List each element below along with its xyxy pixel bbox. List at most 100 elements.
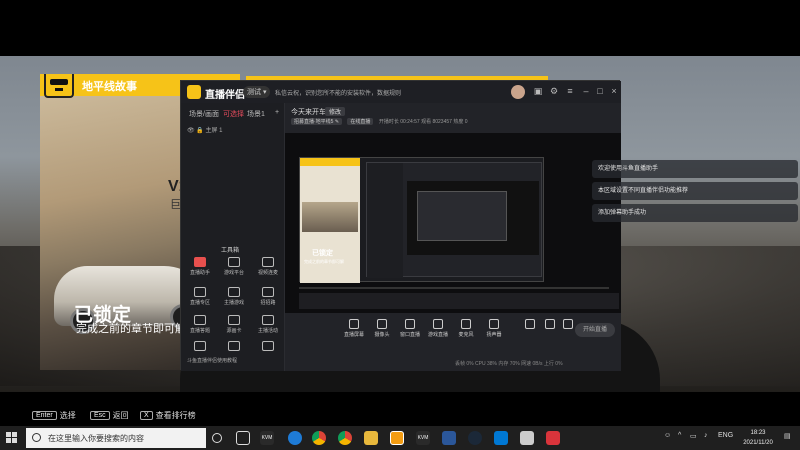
lock-icon[interactable]: 🔒 [196, 128, 203, 134]
store-icon[interactable] [494, 431, 508, 445]
cloud-icon [228, 287, 240, 297]
tool-anchor-game[interactable]: 主播游戏 [217, 287, 251, 306]
notifications-icon[interactable]: ▤ [784, 432, 791, 440]
tool-anchor-event[interactable]: 主播活动 [251, 315, 285, 334]
nested-taskbar [299, 293, 619, 309]
tool-update[interactable] [183, 341, 217, 351]
streaming-app-taskbar-icon[interactable] [390, 431, 404, 445]
people-icon[interactable]: ☺ [664, 432, 671, 439]
tool-recruit[interactable]: 招招路 [251, 287, 285, 306]
screen-capture-button[interactable]: 直播屏幕 [341, 319, 367, 338]
screen: 地平线故事 V10 巨献 已锁定 完成之前的章节即可解 直播伴侣 测试 ▾ 私信… [0, 0, 800, 450]
stream-preview[interactable]: 已锁定 完成之前的章节即可解 [285, 133, 621, 313]
screen-icon [349, 319, 359, 329]
locked-subtitle: 完成之前的章节即可解 [76, 323, 186, 335]
window-app-icon[interactable] [520, 431, 534, 445]
kvm-app-icon[interactable]: KVM [260, 431, 274, 445]
tool-danmaku[interactable] [251, 341, 285, 351]
user-avatar[interactable] [511, 85, 525, 99]
hint-esc[interactable]: Esc 返回 [90, 410, 129, 421]
tutorial-link[interactable]: 斗鱼直播伴侣使用教程 [187, 357, 237, 364]
app-notice[interactable]: 私信云祝，识别您所不能的安装软件，数据规则 [275, 88, 401, 97]
room-heat: 热度 0 [453, 119, 468, 125]
tool-link[interactable] [217, 341, 251, 351]
tool-quiz[interactable]: 直播答题 [183, 315, 217, 334]
tab-add[interactable]: + [275, 109, 279, 116]
word-icon[interactable] [442, 431, 456, 445]
notice-1[interactable]: 欢迎使用斗鱼直播助手 [592, 160, 798, 178]
danmaku-icon [262, 341, 274, 351]
maximize-icon[interactable]: □ [595, 86, 605, 96]
go-live-button[interactable]: 开始直播 [575, 323, 615, 337]
minimize-icon[interactable]: – [581, 86, 591, 96]
link-icon [228, 341, 240, 351]
search-icon [32, 433, 41, 442]
app-main: 今天来开车 修改 招募直播·地平线5 ✎ 在线直播 开播时长 00:24:57 … [285, 103, 621, 371]
file-explorer-icon[interactable] [364, 431, 378, 445]
notice-2[interactable]: 本区域设置不同直播伴侣功能推荐 [592, 182, 798, 200]
edge-icon[interactable] [288, 431, 302, 445]
tray-expand-icon[interactable]: ^ [678, 432, 681, 439]
room-duration: 开播时长 00:24:57 [378, 119, 420, 125]
tool-live-assistant[interactable]: 直播助手 [183, 257, 217, 276]
language-indicator[interactable]: ENG [718, 432, 733, 439]
pk-icon [194, 287, 206, 297]
steam-icon[interactable] [468, 431, 482, 445]
app-titlebar[interactable]: 直播伴侣 测试 ▾ 私信云祝，识别您所不能的安装软件，数据规则 ▣ ⚙ ≡ – … [181, 81, 621, 103]
tool-game-platform[interactable]: 游戏平台 [217, 257, 251, 276]
tab-scenes[interactable]: 场景/画面 [189, 109, 219, 119]
chrome-icon[interactable] [312, 431, 326, 445]
game-capture-button[interactable]: 游戏直播 [425, 319, 451, 338]
microphone-button[interactable]: 麦克风 [453, 319, 479, 338]
close-icon[interactable]: × [609, 86, 619, 96]
clock[interactable]: 18:23 2021/11/20 [738, 428, 778, 448]
room-title: 今天来开车 [291, 109, 326, 116]
room-status[interactable]: 在线直播 [347, 118, 374, 125]
nested-app-window [366, 162, 542, 278]
enter-key: Enter [32, 411, 57, 420]
esc-key: Esc [90, 411, 110, 420]
app-version-dropdown[interactable]: 测试 ▾ [243, 86, 271, 98]
game-icon [433, 319, 443, 329]
menu-icon[interactable]: ≡ [565, 86, 575, 96]
app-sidebar: 场景/画面 可选择 场景1 + 👁 🔒 主屏 1 工具箱 直播助手 游戏平台 视… [181, 103, 285, 371]
hint-enter[interactable]: Enter 选择 [32, 410, 76, 421]
chrome-icon-2[interactable] [338, 431, 352, 445]
cortana-icon[interactable] [212, 433, 222, 443]
eye-icon[interactable]: 👁 [187, 128, 195, 134]
tool-live-zone[interactable]: 直播专区 [183, 287, 217, 306]
taskbar-search-input[interactable]: 在这里输入你要搜索的内容 [26, 428, 206, 448]
camera-button[interactable]: 摄像头 [369, 319, 395, 338]
story-logo-icon [44, 74, 74, 98]
tool-video-link[interactable]: 视频连麦 [251, 257, 285, 276]
forza-app-icon[interactable] [546, 431, 560, 445]
nested-locked-subtitle: 完成之前的章节即可解 [304, 259, 344, 264]
volume-icon[interactable]: ♪ [704, 432, 708, 439]
streaming-app-window[interactable]: 直播伴侣 测试 ▾ 私信云祝，识别您所不能的安装软件，数据规则 ▣ ⚙ ≡ – … [180, 80, 621, 371]
video-link-icon [262, 257, 274, 267]
notice-3[interactable]: 添加弹幕助手成功 [592, 204, 798, 222]
hint-leaderboard[interactable]: X 查看排行榜 [140, 410, 196, 421]
window-capture-button[interactable]: 窗口直播 [397, 319, 423, 338]
network-icon[interactable]: ▭ [690, 432, 697, 440]
app-logo-icon [187, 85, 201, 99]
windows-taskbar: 在这里输入你要搜索的内容 KVM KVM ☺ ^ ▭ ♪ ENG 18:23 2… [0, 426, 800, 450]
tab-selectable[interactable]: 可选择 [223, 109, 244, 119]
clock-time: 18:23 [750, 430, 766, 436]
speaker-button[interactable]: 扬声器 [481, 319, 507, 338]
microphone-icon [461, 319, 471, 329]
app-name: 直播伴侣 [205, 90, 245, 101]
room-edit-button[interactable]: 修改 [325, 107, 346, 116]
tool-source-card[interactable]: 源画卡 [217, 315, 251, 334]
settings-icon[interactable]: ⚙ [549, 86, 559, 96]
nested-preview: 已锁定 完成之前的章节即可解 [299, 157, 544, 283]
scene-item[interactable]: 👁 🔒 主屏 1 [187, 125, 222, 134]
camera-icon [377, 319, 387, 329]
room-category[interactable]: 招募直播·地平线5 ✎ [291, 118, 343, 125]
kvm-app-icon-2[interactable]: KVM [416, 431, 430, 445]
quiz-icon [194, 315, 206, 325]
task-view-icon[interactable] [236, 431, 250, 445]
start-windows-icon[interactable] [6, 432, 18, 444]
message-icon[interactable]: ▣ [533, 86, 543, 96]
tab-scene1[interactable]: 场景1 [247, 109, 265, 119]
